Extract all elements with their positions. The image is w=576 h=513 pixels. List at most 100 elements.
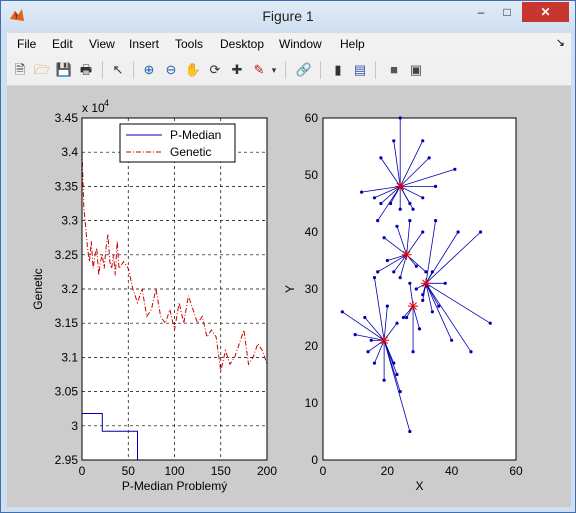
minimize-button[interactable]: – — [468, 2, 494, 22]
customer-point — [372, 361, 377, 365]
y-tick-label: 3.05 — [55, 385, 79, 399]
figure-toolbar: 🗎 🗁 💾 🖶 ↖ ⊕ ⊖ ✋ ⟳ ✚ ✎ ▾ 🔗 ▮ ▤ ■ ▣ — [7, 55, 571, 86]
colorbar-icon[interactable]: ▮ — [329, 61, 347, 79]
customer-point — [379, 201, 383, 206]
pointer-icon[interactable]: ↖ — [109, 61, 127, 79]
hide-tools-icon[interactable]: ■ — [385, 61, 403, 79]
customer-point — [376, 270, 380, 274]
customer-point — [360, 190, 364, 194]
customer-point — [456, 230, 460, 234]
customer-point — [372, 276, 377, 280]
median-center-marker — [401, 249, 412, 260]
customer-point — [408, 429, 412, 434]
customer-point — [424, 270, 428, 274]
y-tick-label: 3 — [71, 419, 78, 433]
customer-point — [363, 315, 367, 320]
show-tools-icon[interactable]: ▣ — [407, 61, 425, 79]
right-axes — [322, 117, 517, 461]
customer-point — [405, 315, 409, 320]
customer-point — [398, 276, 402, 280]
left-x-axis-label: P-Median Problemý — [122, 479, 227, 493]
customer-point — [414, 287, 418, 291]
customer-point — [453, 167, 457, 171]
customer-point — [408, 281, 412, 285]
y-tick-label: 3.1 — [61, 350, 78, 364]
title-bar[interactable]: Figure 1 – □ ✕ — [1, 1, 575, 31]
customer-point — [417, 327, 422, 331]
brush-dropdown-icon[interactable]: ▾ — [269, 61, 279, 79]
menu-bar: File Edit View Insert Tools Desktop Wind… — [7, 33, 571, 55]
y-tick-label: 3.3 — [61, 214, 78, 228]
new-figure-icon[interactable]: 🗎 — [11, 61, 29, 79]
open-icon[interactable]: 🗁 — [33, 61, 51, 79]
customer-point — [421, 293, 425, 297]
rotate-icon[interactable]: ⟳ — [206, 61, 224, 79]
y-tick-label: 3.15 — [55, 316, 79, 330]
right-y-axis-label: Y — [283, 285, 297, 293]
customer-point — [408, 219, 412, 223]
customer-point — [479, 230, 483, 234]
x-tick-label: 40 — [445, 464, 459, 478]
menu-tools[interactable]: Tools — [175, 37, 203, 51]
zoom-in-icon[interactable]: ⊕ — [140, 61, 158, 79]
customer-point — [488, 321, 492, 325]
legend-label: P-Median — [170, 128, 221, 142]
median-center-marker — [408, 301, 419, 312]
x-tick-label: 0 — [320, 464, 327, 478]
customer-point — [433, 219, 438, 223]
customer-point — [398, 390, 402, 394]
legend-icon[interactable]: ▤ — [351, 61, 369, 79]
menu-desktop[interactable]: Desktop — [220, 37, 264, 51]
customer-point — [408, 201, 412, 206]
menu-view[interactable]: View — [89, 37, 115, 51]
customer-point — [395, 224, 399, 228]
customer-point — [437, 304, 441, 308]
print-icon[interactable]: 🖶 — [77, 61, 95, 79]
customer-point — [388, 201, 393, 206]
customer-point — [385, 258, 389, 263]
brush-icon[interactable]: ✎ — [250, 61, 268, 79]
customer-point — [421, 196, 425, 200]
y-tick-label: 50 — [305, 168, 319, 182]
save-icon[interactable]: 💾 — [55, 61, 73, 79]
customer-point — [430, 270, 434, 274]
right-x-axis-label: X — [415, 479, 423, 493]
x-tick-label: 20 — [381, 464, 395, 478]
y-tick-label: 3.4 — [61, 145, 78, 159]
customer-point — [411, 350, 415, 354]
customer-point — [421, 230, 425, 234]
menu-file[interactable]: File — [17, 37, 36, 51]
y-exponent-power: 4 — [104, 98, 109, 108]
customer-point — [340, 310, 344, 314]
dock-arrow-icon[interactable]: ↘ — [556, 36, 565, 49]
customer-point — [427, 156, 431, 160]
customer-point — [398, 116, 402, 120]
customer-point — [382, 236, 386, 240]
menu-window[interactable]: Window — [279, 37, 322, 51]
y-tick-label: 40 — [305, 225, 319, 239]
zoom-out-icon[interactable]: ⊖ — [162, 61, 180, 79]
y-tick-label: 60 — [305, 111, 319, 125]
close-button[interactable]: ✕ — [522, 2, 569, 22]
customer-point — [401, 315, 406, 320]
menu-edit[interactable]: Edit — [52, 37, 73, 51]
y-tick-label: 0 — [311, 453, 318, 467]
customer-point — [372, 196, 377, 200]
menu-insert[interactable]: Insert — [129, 37, 159, 51]
customer-point — [443, 281, 447, 285]
left-y-axis-label: Genetic — [31, 268, 45, 309]
y-tick-label: 20 — [305, 339, 319, 353]
y-tick-label: 3.25 — [55, 248, 79, 262]
link-icon[interactable]: 🔗 — [295, 61, 313, 79]
customer-point — [398, 207, 402, 211]
maximize-button[interactable]: □ — [494, 2, 520, 22]
customer-point — [395, 372, 399, 377]
customer-point — [411, 207, 415, 211]
y-tick-label: 3.2 — [61, 282, 78, 296]
customer-point — [469, 350, 473, 354]
menu-help[interactable]: Help — [340, 37, 365, 51]
y-exponent-label: x 10 — [82, 101, 105, 115]
y-tick-label: 10 — [305, 396, 319, 410]
pan-icon[interactable]: ✋ — [184, 61, 202, 79]
data-cursor-icon[interactable]: ✚ — [228, 61, 246, 79]
